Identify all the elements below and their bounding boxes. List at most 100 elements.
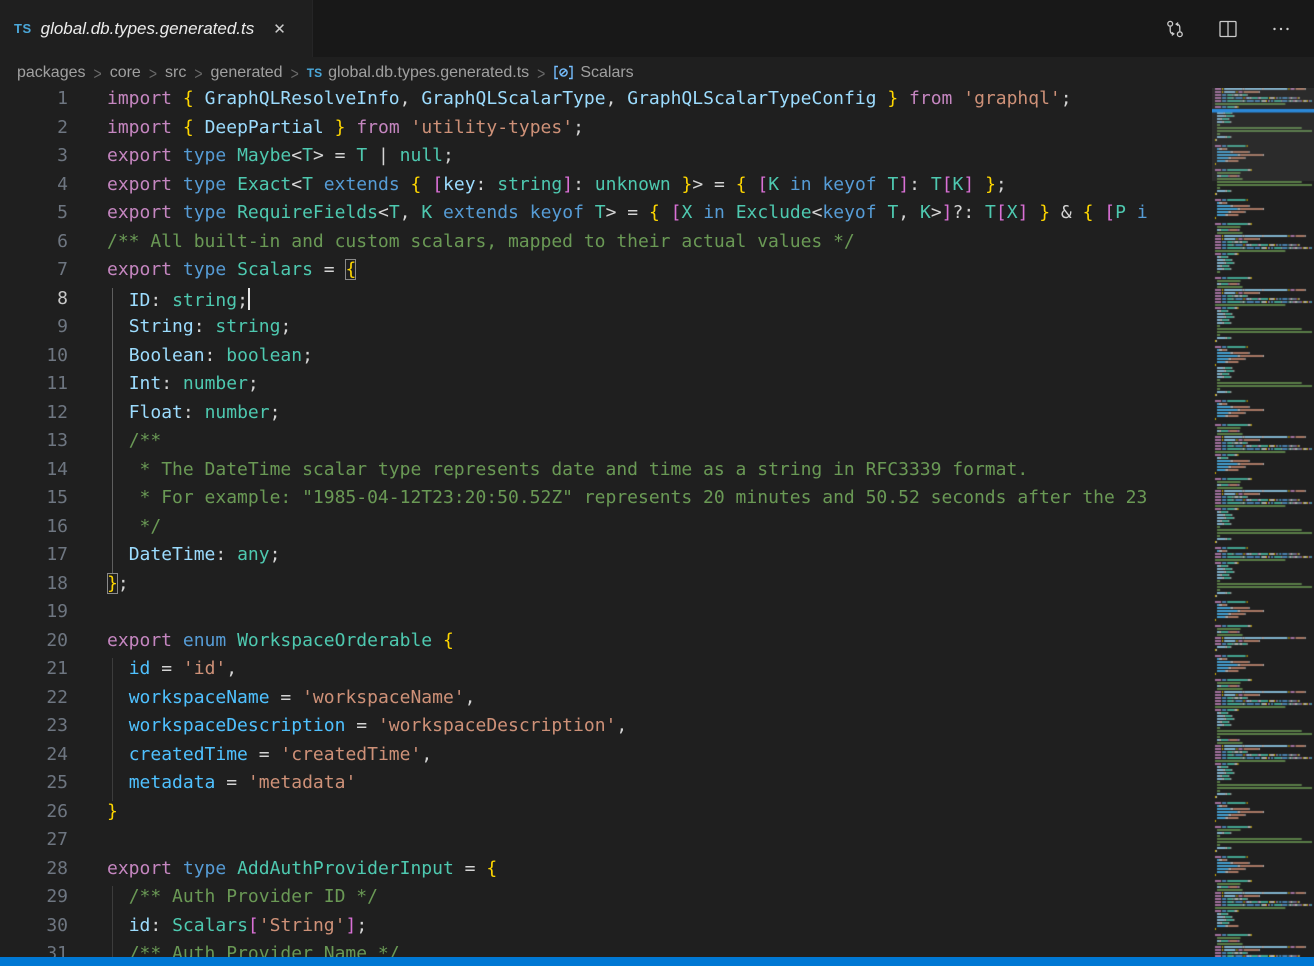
indent-guide [112, 373, 113, 402]
code-line[interactable]: 16 */ [0, 516, 1212, 545]
breadcrumb-item-global-db-types-generated-ts[interactable]: TS global.db.types.generated.ts [307, 64, 529, 82]
line-number: 7 [0, 259, 68, 288]
indent-guide [112, 687, 113, 716]
breadcrumb-item-generated[interactable]: generated [211, 64, 283, 82]
line-number: 17 [0, 544, 68, 573]
code-line[interactable]: 3export type Maybe<T> = T | null; [0, 145, 1212, 174]
line-number: 29 [0, 886, 68, 915]
line-number: 1 [0, 88, 68, 117]
code-line[interactable]: 1import { GraphQLResolveInfo, GraphQLSca… [0, 88, 1212, 117]
code-line[interactable]: 8 ID: string; [0, 288, 1212, 317]
code-line[interactable]: 26} [0, 801, 1212, 830]
indent-guide [112, 516, 113, 545]
line-number: 22 [0, 687, 68, 716]
code-line[interactable]: 19 [0, 601, 1212, 630]
line-number: 4 [0, 174, 68, 203]
indent-guide [112, 772, 113, 801]
code-line[interactable]: 20export enum WorkspaceOrderable { [0, 630, 1212, 659]
typescript-file-icon: TS [307, 66, 322, 80]
code-line[interactable]: 2import { DeepPartial } from 'utility-ty… [0, 117, 1212, 146]
indent-guide [112, 658, 113, 687]
code-line[interactable]: 28export type AddAuthProviderInput = { [0, 858, 1212, 887]
breadcrumb-label: core [110, 64, 141, 82]
indent-guide [112, 544, 113, 573]
breadcrumb-label: generated [211, 64, 283, 82]
code-line[interactable]: 22 workspaceName = 'workspaceName', [0, 687, 1212, 716]
editor-tab-bar: TS global.db.types.generated.ts ✕ [0, 0, 1314, 57]
indent-guide [112, 459, 113, 488]
code-line[interactable]: 13 /** [0, 430, 1212, 459]
code-line[interactable]: 10 Boolean: boolean; [0, 345, 1212, 374]
line-number: 21 [0, 658, 68, 687]
indent-guide [112, 744, 113, 773]
line-number: 14 [0, 459, 68, 488]
text-cursor [248, 288, 250, 310]
vscode-window: TS global.db.types.generated.ts ✕ [0, 0, 1314, 966]
line-number: 11 [0, 373, 68, 402]
code-line[interactable]: 18}; [0, 573, 1212, 602]
chevron-right-icon: > [291, 63, 299, 83]
line-number: 18 [0, 573, 68, 602]
code-line[interactable]: 25 metadata = 'metadata' [0, 772, 1212, 801]
more-actions-icon[interactable] [1268, 16, 1294, 42]
breadcrumb-label: Scalars [580, 64, 633, 82]
indent-guide [112, 715, 113, 744]
code-line[interactable]: 6/** All built-in and custom scalars, ma… [0, 231, 1212, 260]
code-line[interactable]: 5export type RequireFields<T, K extends … [0, 202, 1212, 231]
indent-guide [112, 915, 113, 944]
code-line[interactable]: 15 * For example: "1985-04-12T23:20:50.5… [0, 487, 1212, 516]
minimap[interactable] [1212, 88, 1314, 957]
status-bar[interactable] [0, 957, 1314, 966]
breadcrumb-item-scalars[interactable]: Scalars [553, 64, 633, 82]
breadcrumb-label: global.db.types.generated.ts [328, 64, 529, 82]
line-number: 10 [0, 345, 68, 374]
line-number: 24 [0, 744, 68, 773]
code-line[interactable]: 4export type Exact<T extends { [key: str… [0, 174, 1212, 203]
line-number: 23 [0, 715, 68, 744]
code-line[interactable]: 11 Int: number; [0, 373, 1212, 402]
line-number: 19 [0, 601, 68, 630]
indent-guide [112, 345, 113, 374]
code-line[interactable]: 21 id = 'id', [0, 658, 1212, 687]
indent-guide [112, 288, 113, 317]
chevron-right-icon: > [537, 63, 545, 83]
breadcrumb-label: packages [17, 64, 86, 82]
line-number: 13 [0, 430, 68, 459]
code-line[interactable]: 23 workspaceDescription = 'workspaceDesc… [0, 715, 1212, 744]
breadcrumb-item-src[interactable]: src [165, 64, 186, 82]
tab-global-db-types-generated[interactable]: TS global.db.types.generated.ts ✕ [0, 0, 313, 57]
line-number: 16 [0, 516, 68, 545]
indent-guide [112, 943, 113, 957]
code-line[interactable]: 12 Float: number; [0, 402, 1212, 431]
chevron-right-icon: > [94, 63, 102, 83]
code-line[interactable]: 17 DateTime: any; [0, 544, 1212, 573]
code-line[interactable]: 24 createdTime = 'createdTime', [0, 744, 1212, 773]
split-editor-icon[interactable] [1215, 16, 1241, 42]
code-line[interactable]: 29 /** Auth Provider ID */ [0, 886, 1212, 915]
line-number: 31 [0, 943, 68, 957]
line-number: 8 [0, 288, 68, 317]
line-number: 6 [0, 231, 68, 260]
breadcrumb: packages > core > src > generated > TS global.db.… [0, 57, 1314, 88]
code-line[interactable]: 14 * The DateTime scalar type represents… [0, 459, 1212, 488]
chevron-right-icon: > [149, 63, 157, 83]
code-line[interactable]: 7export type Scalars = { [0, 259, 1212, 288]
line-number: 27 [0, 829, 68, 858]
code-line[interactable]: 30 id: Scalars['String']; [0, 915, 1212, 944]
tab-filename: global.db.types.generated.ts [41, 19, 255, 39]
breadcrumb-item-core[interactable]: core [110, 64, 141, 82]
line-number: 12 [0, 402, 68, 431]
code-line[interactable]: 27 [0, 829, 1212, 858]
line-number: 5 [0, 202, 68, 231]
line-number: 20 [0, 630, 68, 659]
code-line[interactable]: 9 String: string; [0, 316, 1212, 345]
line-number: 15 [0, 487, 68, 516]
line-number: 26 [0, 801, 68, 830]
tab-close-icon[interactable]: ✕ [269, 18, 290, 40]
open-changes-icon[interactable] [1162, 16, 1188, 42]
code-editor[interactable]: 1import { GraphQLResolveInfo, GraphQLSca… [0, 88, 1212, 957]
code-line[interactable]: 31 /** Auth Provider Name */ [0, 943, 1212, 957]
breadcrumb-item-packages[interactable]: packages [17, 64, 86, 82]
line-number: 30 [0, 915, 68, 944]
editor-pane: 1import { GraphQLResolveInfo, GraphQLSca… [0, 88, 1314, 957]
